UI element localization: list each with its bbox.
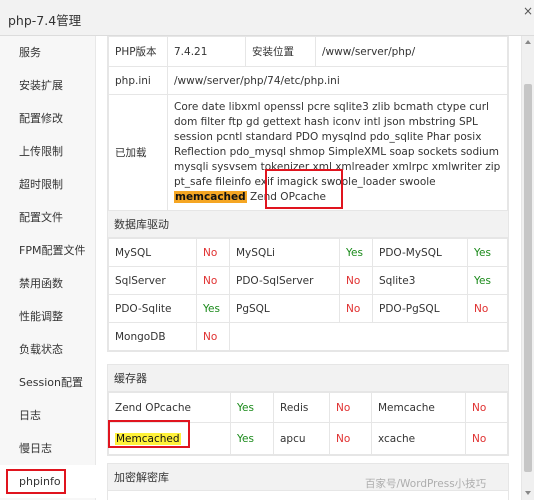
- driver-name: PDO-MySQL: [372, 238, 468, 267]
- db-driver-table: MySQL No MySQLi Yes PDO-MySQL Yes SqlSer…: [108, 238, 508, 351]
- driver-status: No: [196, 238, 230, 267]
- driver-status: Yes: [467, 266, 508, 295]
- driver-name: MongoDB: [108, 322, 197, 351]
- sidebar-item-performance[interactable]: 性能调整: [0, 300, 96, 333]
- driver-status: Yes: [467, 238, 508, 267]
- loaded-label: 已加载: [108, 94, 168, 211]
- sidebar-item-session[interactable]: Session配置: [0, 366, 96, 399]
- sidebar: 服务 安装扩展 配置修改 上传限制 超时限制 配置文件 FPM配置文件 禁用函数…: [0, 36, 96, 500]
- driver-status: No: [196, 266, 230, 295]
- cache-status: No: [329, 422, 372, 455]
- scroll-down-arrow-icon[interactable]: [525, 491, 531, 495]
- table-row: MySQL No MySQLi Yes PDO-MySQL Yes: [108, 238, 508, 267]
- driver-name: MySQL: [108, 238, 197, 267]
- driver-name: Sqlite3: [372, 266, 468, 295]
- sidebar-item-service[interactable]: 服务: [0, 36, 96, 69]
- cache-name: apcu: [273, 422, 330, 455]
- cache-name: Memcache: [371, 392, 466, 423]
- table-row: Zend OPcache Yes Redis No Memcache No: [108, 392, 508, 423]
- cache-name: Redis: [273, 392, 330, 423]
- driver-status: Yes: [196, 294, 230, 323]
- sidebar-item-install-ext[interactable]: 安装扩展: [0, 69, 96, 102]
- driver-name: MySQLi: [229, 238, 340, 267]
- sidebar-item-config-edit[interactable]: 配置修改: [0, 102, 96, 135]
- cache-status: Yes: [230, 422, 274, 455]
- sidebar-item-upload-limit[interactable]: 上传限制: [0, 135, 96, 168]
- cache-status: No: [465, 392, 508, 423]
- driver-name: PDO-Sqlite: [108, 294, 197, 323]
- driver-status: No: [467, 294, 508, 323]
- ini-label: php.ini: [108, 66, 168, 95]
- sidebar-item-load-status[interactable]: 负载状态: [0, 333, 96, 366]
- table-row: MongoDB No: [108, 322, 508, 351]
- cache-status: No: [465, 422, 508, 455]
- window-title: php-7.4管理: [8, 13, 82, 28]
- driver-status: No: [339, 266, 373, 295]
- driver-name: PDO-SqlServer: [229, 266, 340, 295]
- empty-cell: [229, 322, 508, 351]
- install-location-label: 安装位置: [245, 36, 316, 67]
- annotation-box-memcached-ext: [265, 169, 343, 209]
- sidebar-item-disabled-functions[interactable]: 禁用函数: [0, 267, 96, 300]
- close-icon[interactable]: ×: [522, 3, 534, 19]
- table-row: SqlServer No PDO-SqlServer No Sqlite3 Ye…: [108, 266, 508, 295]
- driver-status: Yes: [339, 238, 373, 267]
- sidebar-item-fpm-config[interactable]: FPM配置文件: [0, 234, 96, 267]
- version-label: PHP版本: [108, 36, 168, 67]
- version-value: 7.4.21: [167, 36, 246, 67]
- db-driver-title: 数据库驱动: [108, 211, 508, 238]
- cache-status: Yes: [230, 392, 274, 423]
- scroll-up-arrow-icon[interactable]: [525, 40, 531, 44]
- vertical-scrollbar[interactable]: [521, 36, 534, 500]
- driver-status: No: [196, 322, 230, 351]
- driver-status: No: [339, 294, 373, 323]
- cache-name: xcache: [371, 422, 466, 455]
- driver-name: SqlServer: [108, 266, 197, 295]
- driver-name: PDO-PgSQL: [372, 294, 468, 323]
- sidebar-item-slow-log[interactable]: 慢日志: [0, 432, 96, 465]
- sidebar-item-config-file[interactable]: 配置文件: [0, 201, 96, 234]
- cache-title: 缓存器: [108, 365, 508, 392]
- annotation-box-memcached-cache: [108, 420, 190, 448]
- window-titlebar: php-7.4管理 ×: [0, 0, 534, 36]
- ini-path-value: /www/server/php/74/etc/php.ini: [167, 66, 508, 95]
- cache-status: No: [329, 392, 372, 423]
- install-location-value: /www/server/php/: [315, 36, 508, 67]
- sidebar-item-log[interactable]: 日志: [0, 399, 96, 432]
- annotation-box-phpinfo: [6, 469, 66, 494]
- db-driver-panel: 数据库驱动 MySQL No MySQLi Yes PDO-MySQL Yes …: [107, 210, 509, 352]
- table-row: PDO-Sqlite Yes PgSQL No PDO-PgSQL No: [108, 294, 508, 323]
- sidebar-item-timeout-limit[interactable]: 超时限制: [0, 168, 96, 201]
- watermark: 百家号/WordPress小技巧: [365, 478, 487, 490]
- memcached-highlight: memcached: [174, 191, 247, 203]
- scrollbar-thumb[interactable]: [524, 84, 532, 472]
- cache-name: Zend OPcache: [108, 392, 231, 423]
- driver-name: PgSQL: [229, 294, 340, 323]
